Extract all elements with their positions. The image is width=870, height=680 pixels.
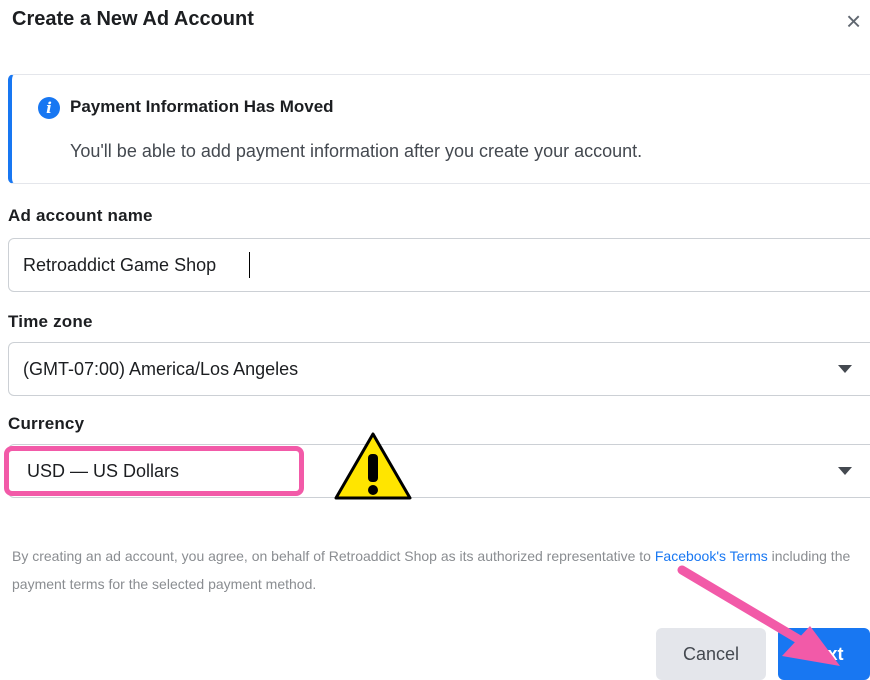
text-cursor: [249, 252, 250, 278]
terms-text: By creating an ad account, you agree, on…: [12, 542, 862, 598]
warning-triangle-icon: [334, 432, 412, 500]
time-zone-label: Time zone: [8, 312, 93, 331]
notice-body: You'll be able to add payment informatio…: [70, 141, 643, 161]
time-zone-value: (GMT-07:00) America/Los Angeles: [23, 359, 299, 379]
notice-heading: Payment Information Has Moved: [70, 97, 334, 116]
time-zone-select[interactable]: (GMT-07:00) America/Los Angeles: [8, 342, 870, 396]
account-name-input[interactable]: Retroaddict Game Shop: [8, 238, 870, 292]
dialog-title: Create a New Ad Account: [12, 8, 254, 30]
terms-text-before: By creating an ad account, you agree, on…: [12, 548, 655, 564]
cancel-button[interactable]: Cancel: [656, 628, 766, 680]
currency-highlight-box: [4, 446, 304, 496]
payment-info-notice: i Payment Information Has Moved You'll b…: [8, 74, 870, 184]
next-button[interactable]: Next: [778, 628, 870, 680]
currency-label: Currency: [8, 414, 85, 433]
account-name-value: Retroaddict Game Shop: [23, 255, 217, 275]
close-icon[interactable]: ×: [846, 8, 870, 34]
chevron-down-icon: [838, 365, 852, 373]
account-name-label: Ad account name: [8, 206, 153, 225]
info-icon: i: [38, 97, 60, 119]
facebook-terms-link[interactable]: Facebook's Terms: [655, 548, 768, 564]
chevron-down-icon: [838, 467, 852, 475]
